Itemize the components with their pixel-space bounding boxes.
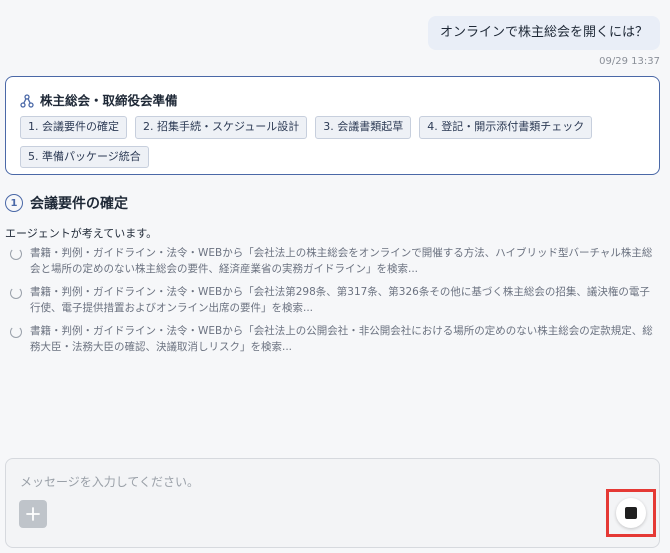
agent-status: エージェントが考えています。 (5, 227, 158, 240)
message-input[interactable] (20, 475, 540, 489)
add-attachment-button[interactable] (19, 500, 47, 528)
plan-card: 株主総会・取締役会準備 1. 会議要件の確定 2. 招集手続・スケジュール設計 … (5, 76, 660, 175)
message-timestamp: 09/29 13:37 (599, 56, 660, 67)
search-item: 書籍・判例・ガイドライン・法令・WEBから「会社法第298条、第317条、第32… (10, 285, 655, 316)
plan-step-3[interactable]: 3. 会議書類起草 (315, 116, 412, 139)
plan-step-1[interactable]: 1. 会議要件の確定 (20, 116, 127, 139)
plus-icon (26, 507, 40, 521)
plan-steps: 1. 会議要件の確定 2. 招集手続・スケジュール設計 3. 会議書類起草 4.… (20, 116, 645, 169)
message-composer (5, 458, 660, 548)
plan-step-2[interactable]: 2. 招集手続・スケジュール設計 (135, 116, 308, 139)
step-number-badge: 1 (5, 194, 23, 212)
loading-spinner-icon (10, 326, 22, 338)
search-item: 書籍・判例・ガイドライン・法令・WEBから「会社法上の公開会社・非公開会社におけ… (10, 324, 655, 355)
search-query-text: 書籍・判例・ガイドライン・法令・WEBから「会社法上の公開会社・非公開会社におけ… (30, 325, 653, 353)
search-list: 書籍・判例・ガイドライン・法令・WEBから「会社法上の株主総会をオンラインで開催… (10, 246, 655, 363)
search-item: 書籍・判例・ガイドライン・法令・WEBから「会社法上の株主総会をオンラインで開催… (10, 246, 655, 277)
plan-title: 株主総会・取締役会準備 (40, 93, 178, 108)
section-header: 1 会議要件の確定 (5, 193, 128, 213)
search-query-text: 書籍・判例・ガイドライン・法令・WEBから「会社法上の株主総会をオンラインで開催… (30, 247, 653, 275)
loading-spinner-icon (10, 248, 22, 260)
search-query-text: 書籍・判例・ガイドライン・法令・WEBから「会社法第298条、第317条、第32… (30, 286, 650, 314)
user-message-row: オンラインで株主総会を開くには？ (427, 16, 660, 50)
stop-icon (625, 507, 637, 519)
loading-spinner-icon (10, 287, 22, 299)
section-title: 会議要件の確定 (30, 196, 128, 212)
workflow-icon (20, 93, 34, 108)
plan-header: 株主総会・取締役会準備 (20, 90, 645, 109)
plan-step-4[interactable]: 4. 登記・開示添付書類チェック (419, 116, 593, 139)
plan-step-5[interactable]: 5. 準備パッケージ統合 (20, 145, 149, 169)
user-message-bubble: オンラインで株主総会を開くには？ (427, 16, 660, 50)
stop-generation-button[interactable] (616, 498, 646, 528)
